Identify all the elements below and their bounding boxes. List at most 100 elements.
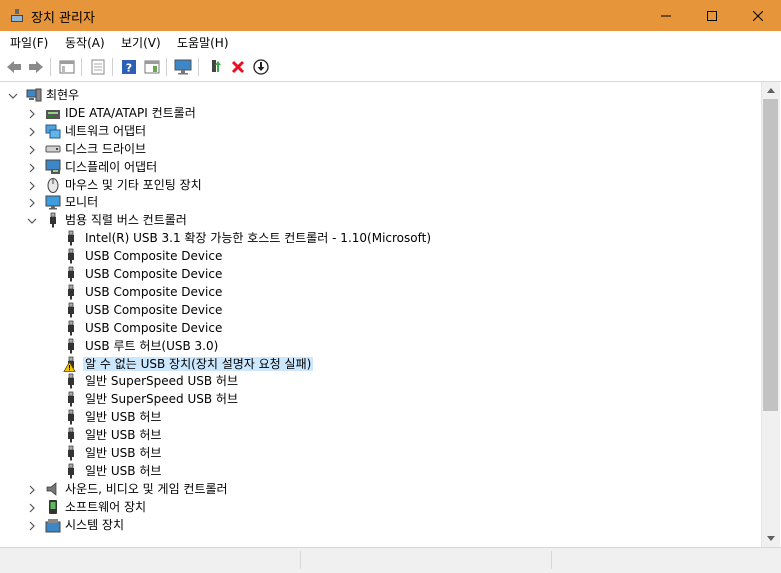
chevron-right-icon[interactable] <box>27 126 37 137</box>
tree-category[interactable]: 소프트웨어 장치 <box>1 498 761 516</box>
tree-device[interactable]: USB Composite Device <box>1 247 761 265</box>
title-bar: 장치 관리자 <box>0 0 781 31</box>
chevron-down-icon[interactable] <box>8 90 18 100</box>
tree-device[interactable]: USB Composite Device <box>1 265 761 283</box>
tree-category[interactable]: 모니터 <box>1 193 761 211</box>
usb-device-icon <box>63 427 79 443</box>
tree-item-label: 사운드, 비디오 및 게임 컨트롤러 <box>65 481 228 496</box>
forward-button[interactable] <box>26 57 46 77</box>
toolbar: ? <box>0 53 781 82</box>
tree-item-label: 범용 직렬 버스 컨트롤러 <box>65 213 187 228</box>
usb-device-icon <box>63 391 79 407</box>
tree-device[interactable]: USB Composite Device <box>1 301 761 319</box>
scroll-down-button[interactable] <box>762 531 780 547</box>
chevron-right-icon[interactable] <box>27 502 37 513</box>
chevron-right-icon[interactable] <box>27 108 37 119</box>
usb-device-icon <box>63 463 79 479</box>
tree-device[interactable]: 일반 SuperSpeed USB 허브 <box>1 372 761 390</box>
scan-hardware-button[interactable] <box>173 57 193 77</box>
properties-button[interactable] <box>88 57 108 77</box>
menu-file[interactable]: 파일(F) <box>10 34 48 51</box>
tree-item-label: USB Composite Device <box>85 302 223 317</box>
tree-device[interactable]: 일반 USB 허브 <box>1 426 761 444</box>
tree-item-label: 모니터 <box>65 195 99 210</box>
tree-item-label: USB Composite Device <box>85 249 223 264</box>
menu-action[interactable]: 동작(A) <box>65 34 105 51</box>
tree-device[interactable]: 일반 USB 허브 <box>1 462 761 480</box>
scroll-up-button[interactable] <box>762 82 780 98</box>
tree-item-label: USB Composite Device <box>85 284 223 299</box>
back-button[interactable] <box>4 57 24 77</box>
tree-root-computer[interactable]: 최현우 <box>1 86 761 104</box>
monitor-scan-icon <box>174 59 192 75</box>
scroll-thumb[interactable] <box>763 99 778 411</box>
display-adapter-icon <box>45 159 61 175</box>
chevron-right-icon[interactable] <box>27 162 37 173</box>
chevron-right-icon[interactable] <box>27 197 37 208</box>
tree-item-label: 일반 USB 허브 <box>85 410 162 425</box>
speaker-icon <box>45 481 61 497</box>
update-driver-button[interactable] <box>205 57 225 77</box>
chevron-down-icon[interactable] <box>27 215 37 225</box>
mouse-icon <box>45 177 61 193</box>
device-tree[interactable]: 최현우 IDE ATA/ATAPI 컨트롤러네트워크 어댑터디스크 드라이브디스플… <box>1 82 761 547</box>
menu-help[interactable]: 도움말(H) <box>177 34 229 51</box>
tree-device[interactable]: 일반 USB 허브 <box>1 408 761 426</box>
tree-category[interactable]: 네트워크 어댑터 <box>1 122 761 140</box>
tree-item-label: 네트워크 어댑터 <box>65 123 147 138</box>
usb-device-icon <box>63 266 79 282</box>
update-driver-icon <box>212 60 221 72</box>
tree-item-label: 알 수 없는 USB 장치(장치 설명자 요청 실패) <box>83 356 314 371</box>
tree-item-label: IDE ATA/ATAPI 컨트롤러 <box>65 105 196 120</box>
disable-device-button[interactable] <box>251 57 271 77</box>
tree-item-label: 일반 USB 허브 <box>85 428 162 443</box>
toolbar-separator <box>50 58 51 76</box>
vertical-scrollbar[interactable] <box>761 82 780 547</box>
chevron-right-icon[interactable] <box>27 180 37 190</box>
tree-device[interactable]: 일반 SuperSpeed USB 허브 <box>1 390 761 408</box>
tree-device[interactable]: Intel(R) USB 3.1 확장 가능한 호스트 컨트롤러 - 1.10(… <box>1 229 761 247</box>
uninstall-device-button[interactable] <box>228 57 248 77</box>
minimize-icon <box>661 15 671 16</box>
tree-item-label: 디스플레이 어댑터 <box>65 159 158 174</box>
usb-device-icon <box>63 248 79 264</box>
usb-device-icon <box>63 302 79 318</box>
svg-text:?: ? <box>126 62 132 75</box>
action-pane-button[interactable] <box>142 57 162 77</box>
monitor-icon <box>45 194 61 210</box>
forward-arrow-icon <box>29 61 43 73</box>
toolbar-separator <box>112 58 113 76</box>
help-icon: ? <box>122 60 136 75</box>
tree-item-label: USB 루트 허브(USB 3.0) <box>85 338 219 353</box>
toolbar-separator <box>81 58 82 76</box>
tree-category[interactable]: 시스템 장치 <box>1 516 761 534</box>
tree-item-label: USB Composite Device <box>85 267 223 281</box>
help-button[interactable]: ? <box>119 57 139 77</box>
tree-category[interactable]: 사운드, 비디오 및 게임 컨트롤러 <box>1 480 761 498</box>
tree-category[interactable]: 디스플레이 어댑터 <box>1 158 761 176</box>
tree-item-label: 디스크 드라이브 <box>65 141 147 156</box>
tree-device[interactable]: USB 루트 허브(USB 3.0) <box>1 337 761 355</box>
tree-category[interactable]: 범용 직렬 버스 컨트롤러 <box>1 211 761 229</box>
tree-item-label: 일반 SuperSpeed USB 허브 <box>85 374 239 389</box>
tree-device[interactable]: USB Composite Device <box>1 283 761 301</box>
tree-item-label: USB Composite Device <box>85 320 223 335</box>
tree-item-label: 일반 SuperSpeed USB 허브 <box>85 392 239 407</box>
tree-category[interactable]: 디스크 드라이브 <box>1 140 761 158</box>
tree-item-label: 최현우 <box>46 88 80 102</box>
menu-view[interactable]: 보기(V) <box>121 34 161 51</box>
toolbar-separator <box>198 58 199 76</box>
red-x-icon <box>231 60 245 74</box>
tree-category[interactable]: IDE ATA/ATAPI 컨트롤러 <box>1 104 761 122</box>
show-hide-console-tree-button[interactable] <box>57 57 77 77</box>
close-button[interactable] <box>735 0 781 31</box>
tree-category[interactable]: 마우스 및 기타 포인팅 장치 <box>1 176 761 194</box>
chevron-right-icon[interactable] <box>27 520 37 531</box>
tree-device[interactable]: USB Composite Device <box>1 319 761 337</box>
maximize-button[interactable] <box>689 0 735 31</box>
chevron-right-icon[interactable] <box>27 484 37 495</box>
minimize-button[interactable] <box>643 0 689 31</box>
chevron-right-icon[interactable] <box>27 144 37 155</box>
tree-device-selected[interactable]: 알 수 없는 USB 장치(장치 설명자 요청 실패) <box>1 355 761 373</box>
tree-device[interactable]: 일반 USB 허브 <box>1 444 761 462</box>
